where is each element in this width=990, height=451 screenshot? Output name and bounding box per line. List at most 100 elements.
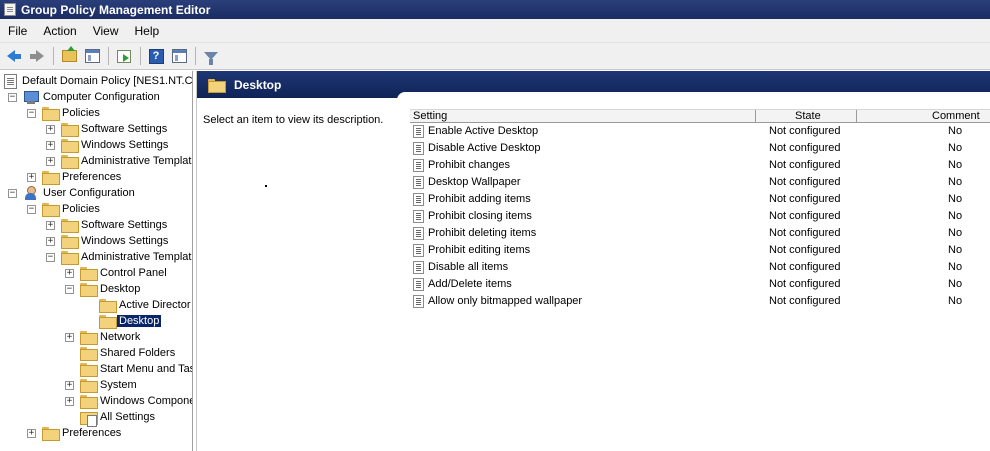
tree-node-control-panel[interactable]: Control Panel (80, 265, 167, 281)
forward-button[interactable] (26, 45, 48, 67)
setting-comment: No (948, 125, 963, 137)
expand-toggle[interactable]: + (46, 237, 55, 246)
app-icon (4, 3, 16, 16)
tree-node-shared-folders[interactable]: Shared Folders (80, 345, 175, 361)
tree-node-uc-administrative-templates[interactable]: Administrative Templat (61, 249, 191, 265)
back-button[interactable] (3, 45, 25, 67)
setting-name: Disable all items (428, 261, 509, 273)
table-row[interactable]: Desktop Wallpaper Not configured No (410, 174, 990, 191)
tree-node-uc-windows-settings[interactable]: Windows Settings (61, 233, 168, 249)
folder-icon (80, 395, 98, 409)
table-row[interactable]: Disable Active Desktop Not configured No (410, 140, 990, 157)
setting-name: Prohibit changes (428, 159, 510, 171)
expand-toggle[interactable]: + (27, 173, 36, 182)
filter-button[interactable] (200, 45, 222, 67)
expand-toggle[interactable]: + (65, 397, 74, 406)
expand-toggle[interactable]: + (46, 221, 55, 230)
column-divider[interactable] (856, 110, 857, 123)
tree-label: Desktop (100, 283, 141, 295)
table-row[interactable]: Add/Delete items Not configured No (410, 276, 990, 293)
table-row[interactable]: Prohibit adding items Not configured No (410, 191, 990, 208)
expand-toggle[interactable]: + (65, 269, 74, 278)
collapse-toggle[interactable]: − (27, 205, 36, 214)
menu-help[interactable]: Help (127, 24, 168, 38)
expand-toggle[interactable]: + (27, 429, 36, 438)
tree-node-cc-administrative-templates[interactable]: Administrative Templat (61, 153, 191, 169)
table-row[interactable]: Prohibit closing items Not configured No (410, 208, 990, 225)
tree-node-uc-software-settings[interactable]: Software Settings (61, 217, 167, 233)
folder-icon (42, 427, 60, 441)
menu-file[interactable]: File (0, 24, 35, 38)
tree-node-user-configuration[interactable]: User Configuration (23, 185, 135, 201)
table-row[interactable]: Allow only bitmapped wallpaper Not config… (410, 293, 990, 310)
expand-toggle[interactable]: + (46, 157, 55, 166)
collapse-toggle[interactable]: − (46, 253, 55, 262)
setting-name: Enable Active Desktop (428, 125, 539, 137)
setting-state: Not configured (769, 244, 841, 256)
tree-node-desktop-selected[interactable]: Desktop (99, 313, 162, 329)
table-row[interactable]: Prohibit changes Not configured No (410, 157, 990, 174)
menu-action[interactable]: Action (35, 24, 84, 38)
menu-bar: File Action View Help (0, 19, 990, 43)
tree-label: Network (100, 331, 141, 343)
policy-setting-icon (413, 261, 424, 274)
setting-comment: No (948, 227, 963, 239)
policy-setting-icon (413, 244, 424, 257)
tree-node-cc-software-settings[interactable]: Software Settings (61, 121, 167, 137)
collapse-toggle[interactable]: − (65, 285, 74, 294)
tree-node-cc-preferences[interactable]: Preferences (42, 169, 121, 185)
tree-node-network[interactable]: Network (80, 329, 140, 345)
tree-node-windows-components[interactable]: Windows Compone (80, 393, 192, 409)
table-row[interactable]: Disable all items Not configured No (410, 259, 990, 276)
column-header-setting[interactable]: Setting (413, 110, 447, 123)
up-one-level-button[interactable] (58, 45, 80, 67)
settings-list[interactable]: Setting State Comment Enable Active Desk… (410, 109, 990, 310)
toolbar-separator (140, 47, 141, 65)
collapse-toggle[interactable]: − (27, 109, 36, 118)
folder-icon (80, 363, 98, 377)
table-row[interactable]: Enable Active Desktop Not configured No (410, 123, 990, 140)
menu-view[interactable]: View (85, 24, 127, 38)
filter-icon (204, 52, 218, 65)
policy-setting-icon (413, 193, 424, 206)
list-header: Setting State Comment (410, 109, 990, 123)
tree-node-computer-configuration[interactable]: Computer Configuration (23, 89, 160, 105)
column-header-comment[interactable]: Comment (932, 110, 980, 123)
console-tree[interactable]: Default Domain Policy [NES1.NT.CC − Comp… (0, 71, 193, 451)
setting-name: Allow only bitmapped wallpaper (428, 295, 583, 307)
setting-state: Not configured (769, 176, 841, 188)
show-hide-console-tree-button[interactable] (81, 45, 103, 67)
column-divider[interactable] (755, 110, 756, 123)
folder-icon (61, 123, 79, 137)
tree-node-cc-windows-settings[interactable]: Windows Settings (61, 137, 168, 153)
tree-node-start-menu[interactable]: Start Menu and Tas (80, 361, 192, 377)
export-list-button[interactable] (113, 45, 135, 67)
tree-node-system[interactable]: System (80, 377, 137, 393)
setting-comment: No (948, 176, 963, 188)
folder-icon (42, 171, 60, 185)
expand-toggle[interactable]: + (65, 333, 74, 342)
collapse-toggle[interactable]: − (8, 189, 17, 198)
expand-toggle[interactable]: + (65, 381, 74, 390)
table-row[interactable]: Prohibit deleting items Not configured No (410, 225, 990, 242)
table-row[interactable]: Prohibit editing items Not configured No (410, 242, 990, 259)
folder-icon (42, 203, 60, 217)
policy-setting-icon (413, 176, 424, 189)
expand-toggle[interactable]: + (46, 141, 55, 150)
tree-node-all-settings[interactable]: All Settings (80, 409, 155, 427)
tree-node-root[interactable]: Default Domain Policy [NES1.NT.CC (4, 73, 192, 89)
collapse-toggle[interactable]: − (8, 93, 17, 102)
tree-node-desktop[interactable]: Desktop (80, 281, 140, 297)
tree-node-active-directory[interactable]: Active Director (99, 297, 191, 313)
expand-toggle[interactable]: + (46, 125, 55, 134)
column-header-state[interactable]: State (795, 110, 821, 123)
tree-node-uc-preferences[interactable]: Preferences (42, 425, 121, 441)
policy-setting-icon (413, 278, 424, 291)
policy-setting-icon (413, 142, 424, 155)
tree-label: Administrative Templat (81, 155, 192, 167)
tree-node-uc-policies[interactable]: Policies (42, 201, 100, 217)
show-action-pane-button[interactable] (168, 45, 190, 67)
help-button[interactable]: ? (145, 45, 167, 67)
tree-node-cc-policies[interactable]: Policies (42, 105, 100, 121)
title-bar: Group Policy Management Editor (0, 0, 990, 19)
